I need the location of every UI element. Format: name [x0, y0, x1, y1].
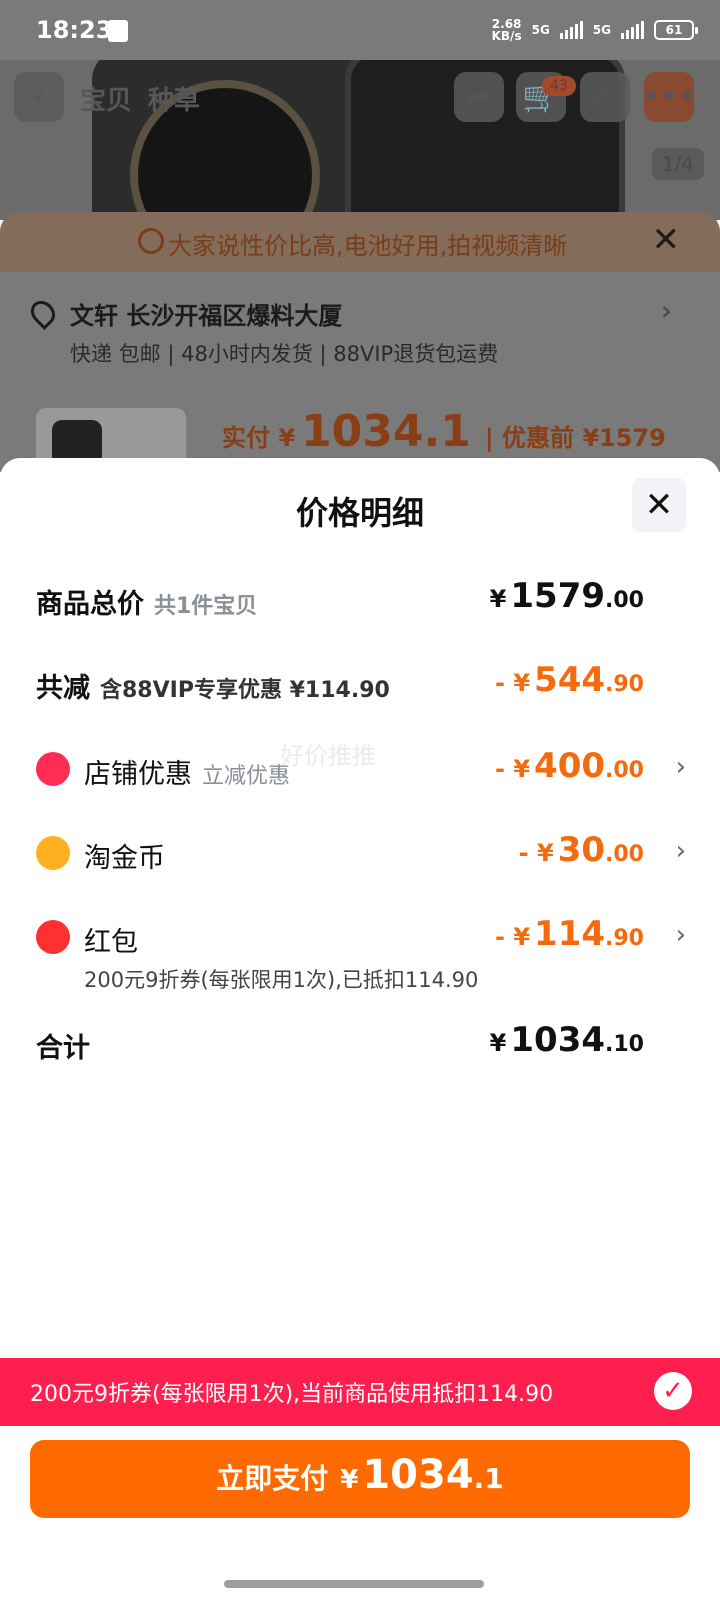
share-button[interactable]: ➦ [454, 72, 504, 122]
tip-bar: 大家说性价比高,电池好用,拍视频清晰 ✕ [0, 212, 720, 272]
delivery-address[interactable]: 文轩 长沙开福区爆料大厦 [70, 296, 342, 331]
row-red-packet[interactable]: 红包 - ¥114.90 › [36, 914, 720, 964]
status-bar: 18:23 2.68 KB/s 5G 5G 61 [0, 0, 720, 60]
chevron-right-icon: › [675, 752, 686, 782]
signal-icon [559, 21, 583, 39]
goods-total-amount: ¥1579.00 [489, 576, 644, 616]
pay-now-button[interactable]: 立即支付 ¥ 1034 .1 [30, 1440, 690, 1518]
row-label: 合计 [36, 1033, 90, 1064]
favorite-button[interactable]: ☆ [580, 72, 630, 122]
pay-button-label: 立即支付 [216, 1462, 329, 1495]
chevron-right-icon: › [675, 920, 686, 950]
row-grand-total: 合计 ¥1034.10 [36, 1020, 720, 1070]
product-image-carousel[interactable]: ‹ 宝贝 种草 ➦ 🛒 43 ☆ ••• 1/4 [0, 60, 720, 220]
sheet-title: 价格明细 [295, 494, 424, 532]
row-taojinbi[interactable]: 淘金币 - ¥30.00 › [36, 830, 720, 880]
coin-icon [36, 836, 70, 870]
row-label: 店铺优惠 [84, 759, 192, 790]
cart-badge: 43 [542, 76, 576, 96]
tab-item[interactable]: 宝贝 [80, 80, 132, 117]
red-packet-amount: - ¥114.90 [495, 914, 644, 954]
chevron-right-icon: › [675, 836, 686, 866]
coupon-banner-text: 200元9折券(每张限用1次),当前商品使用抵扣114.90 [30, 1382, 554, 1407]
total-reduction-amount: - ¥544.90 [495, 660, 644, 700]
shop-icon [36, 752, 70, 786]
row-shop-discount[interactable]: 店铺优惠 立减优惠 - ¥400.00 › [36, 746, 720, 796]
star-icon: ☆ [591, 79, 619, 115]
location-pin-icon [26, 296, 60, 330]
coupon-banner[interactable]: 200元9折券(每张限用1次),当前商品使用抵扣114.90 ✓ [0, 1358, 720, 1426]
message-button[interactable]: ••• [642, 72, 696, 122]
paid-price-line: 实付 ¥ 1034.1 | 优惠前 ¥1579 [222, 406, 666, 457]
row-sublabel: 含88VIP专享优惠 ¥114.90 [100, 678, 390, 703]
message-icon: ••• [642, 79, 696, 115]
network-type-label: 5G [531, 23, 550, 37]
grand-total-amount: ¥1034.10 [489, 1020, 644, 1060]
close-icon[interactable]: ✕ [652, 220, 681, 260]
shop-discount-amount: - ¥400.00 [495, 746, 644, 786]
close-icon: ✕ [644, 485, 674, 525]
price-detail-sheet: 价格明细 ✕ 好价推推 商品总价 共1件宝贝 ¥1579.00 共减 含88VIP专… [0, 458, 720, 1600]
share-icon: ➦ [466, 79, 492, 115]
home-indicator[interactable] [224, 1580, 484, 1588]
page-indicator: 1/4 [651, 148, 704, 180]
red-packet-icon [36, 920, 70, 954]
network-type-label-2: 5G [592, 23, 611, 37]
tab-seeding[interactable]: 种草 [148, 80, 200, 117]
row-total-reduction: 共减 含88VIP专享优惠 ¥114.90 - ¥544.90 [36, 660, 720, 710]
signal-icon-2 [621, 21, 644, 39]
check-icon[interactable]: ✓ [654, 1372, 692, 1410]
chat-bubble-icon [138, 228, 164, 254]
chevron-left-icon: ‹ [33, 79, 45, 115]
red-packet-note: 200元9折券(每张限用1次),已抵扣114.90 [84, 968, 479, 992]
battery-icon: 61 [654, 20, 698, 40]
network-speed: 2.68 KB/s [491, 17, 522, 43]
back-button[interactable]: ‹ [14, 72, 64, 122]
row-goods-total: 商品总价 共1件宝贝 ¥1579.00 [36, 576, 720, 626]
close-button[interactable]: ✕ [632, 478, 686, 532]
status-time: 18:23 [36, 16, 113, 44]
row-label: 淘金币 [84, 843, 165, 874]
row-label: 红包 [84, 927, 138, 958]
notification-icon [108, 20, 128, 42]
tip-text: 大家说性价比高,电池好用,拍视频清晰 [168, 232, 568, 260]
coin-discount-amount: - ¥30.00 [518, 830, 644, 870]
row-label: 共减 [36, 673, 90, 704]
row-sublabel: 共1件宝贝 [154, 594, 258, 619]
chevron-right-icon[interactable]: › [661, 294, 672, 327]
delivery-info: 快递 包邮 | 48小时内发货 | 88VIP退货包运费 [70, 342, 499, 366]
row-label: 商品总价 [36, 589, 144, 620]
product-info-card: 大家说性价比高,电池好用,拍视频清晰 ✕ 文轩 长沙开福区爆料大厦 快递 包邮 … [0, 212, 720, 472]
row-sublabel: 立减优惠 [202, 764, 291, 789]
